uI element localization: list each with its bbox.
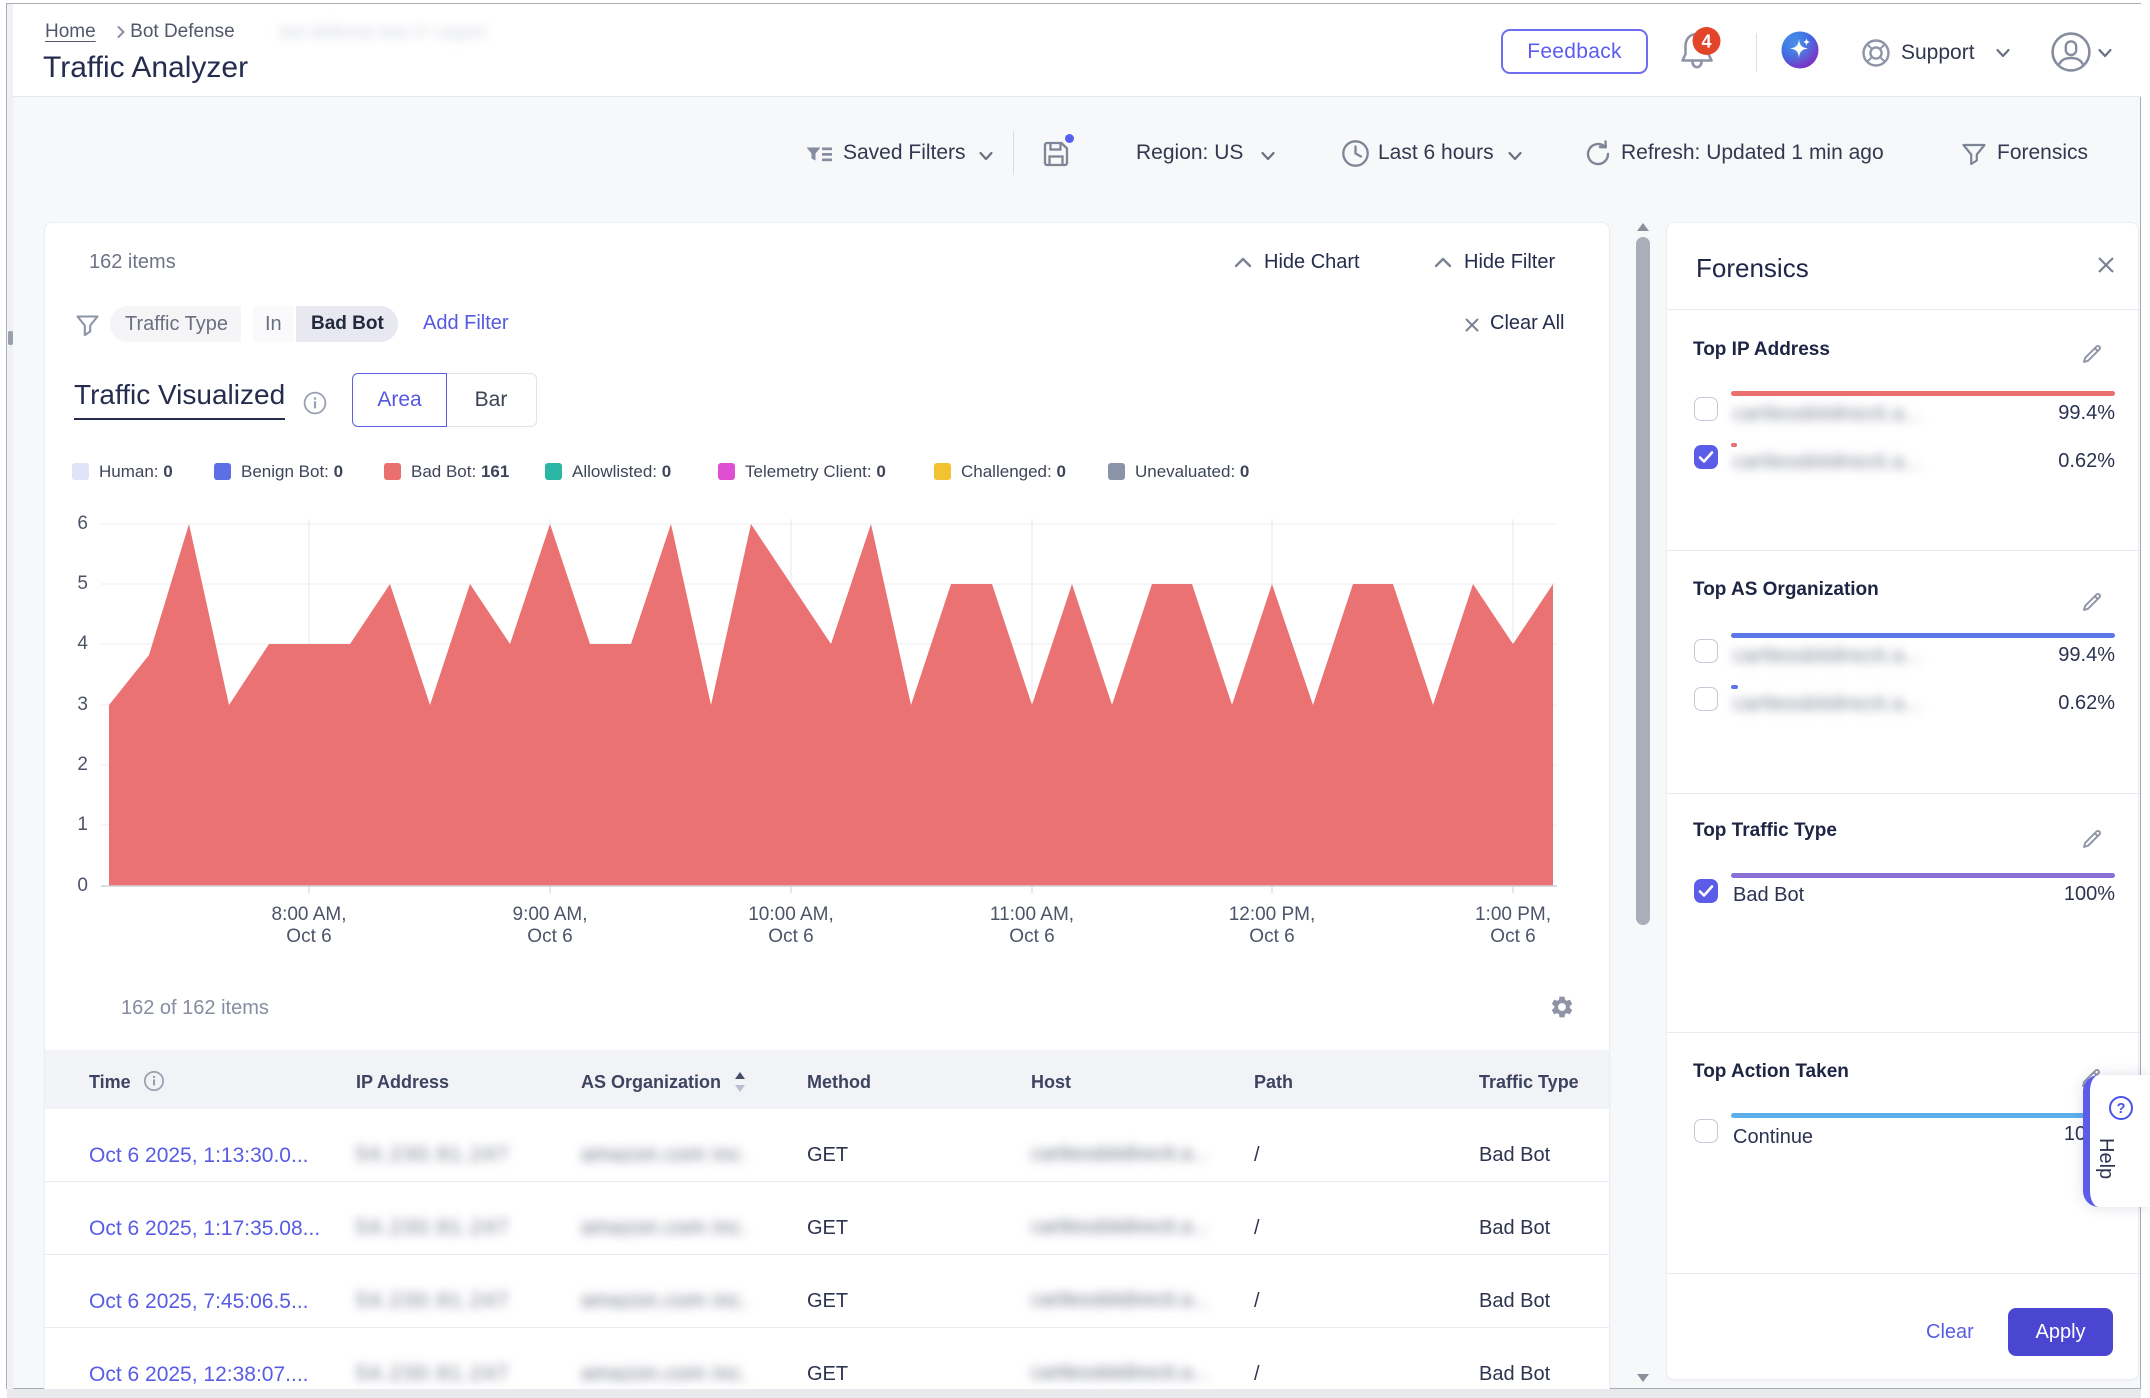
svg-text:?: ? — [2117, 1101, 2126, 1117]
svg-text:4: 4 — [1701, 32, 1711, 52]
